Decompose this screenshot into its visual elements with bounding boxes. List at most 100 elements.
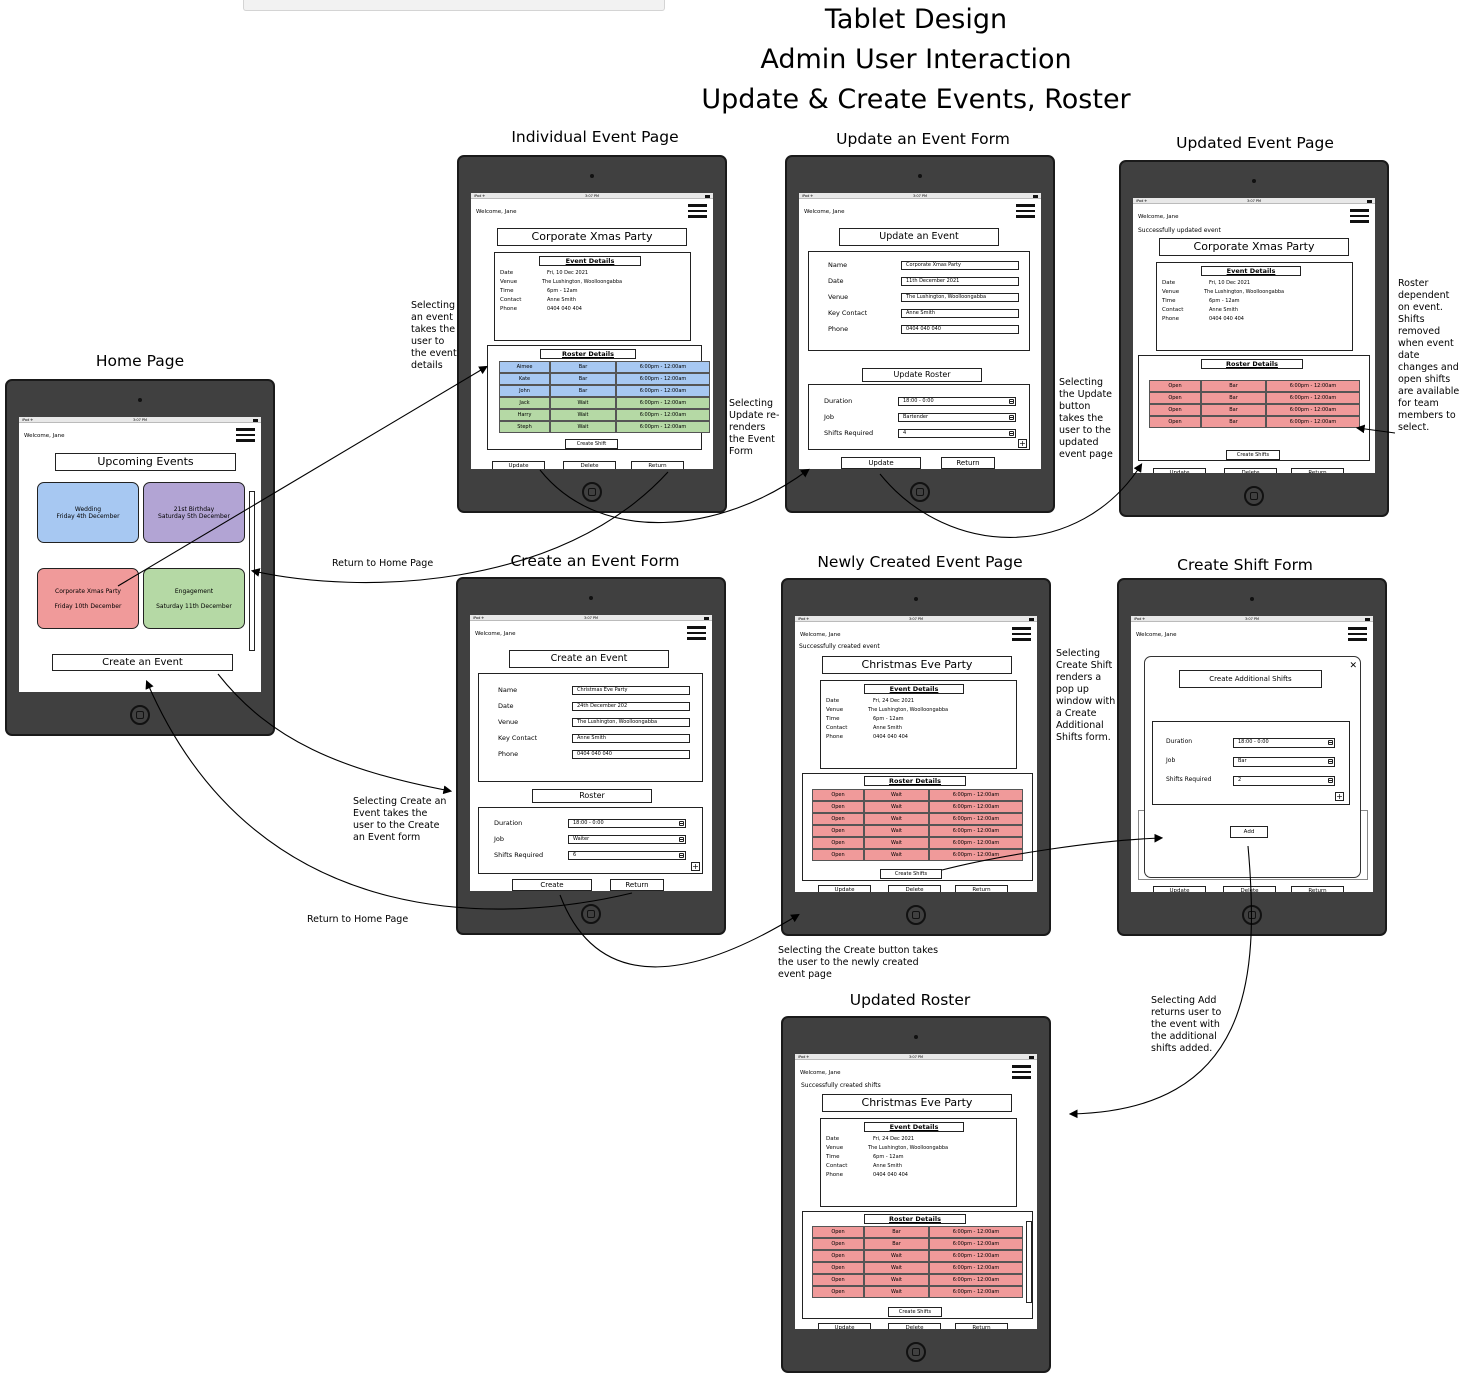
hamburger-menu-icon[interactable] bbox=[1012, 627, 1031, 641]
table-row[interactable]: Open Wait 6:00pm - 12:00am bbox=[812, 1286, 1023, 1298]
form-field[interactable]: Anne Smith bbox=[901, 309, 1019, 318]
create-button[interactable]: Create bbox=[512, 879, 592, 891]
hamburger-menu-icon[interactable] bbox=[236, 428, 255, 442]
roster-dropdown[interactable]: Bar bbox=[1233, 757, 1335, 767]
table-row[interactable]: Open Wait 6:00pm - 12:00am bbox=[812, 1262, 1023, 1274]
add-row-icon[interactable]: + bbox=[1335, 792, 1344, 801]
note-select-create: Selecting Create an Event takes the user… bbox=[353, 796, 447, 843]
roster-cell: Wait bbox=[864, 789, 929, 801]
roster-details-header: Roster Details bbox=[540, 349, 636, 359]
delete-button[interactable]: Delete bbox=[888, 885, 941, 892]
hamburger-menu-icon[interactable] bbox=[1012, 1065, 1031, 1079]
note-return-home-2: Return to Home Page bbox=[307, 914, 409, 925]
roster-dropdown[interactable]: Bartender bbox=[898, 413, 1016, 422]
create-shifts-button[interactable]: Create Shifts bbox=[888, 1307, 942, 1317]
return-button[interactable]: Return bbox=[955, 1323, 1008, 1329]
create-shift-button[interactable]: Create Shift bbox=[565, 439, 618, 449]
roster-cell: 6:00pm - 12:00am bbox=[616, 409, 710, 421]
delete-button[interactable]: Delete bbox=[563, 461, 616, 469]
scrollbar[interactable] bbox=[1026, 1221, 1032, 1303]
table-row[interactable]: Open Wait 6:00pm - 12:00am bbox=[812, 789, 1023, 801]
delete-button[interactable]: Delete bbox=[1223, 886, 1276, 892]
table-row[interactable]: Open Wait 6:00pm - 12:00am bbox=[812, 1274, 1023, 1286]
form-field[interactable]: Anne Smith bbox=[572, 734, 690, 743]
tooltip-fragment bbox=[243, 0, 665, 11]
roster-dropdown[interactable]: 2 bbox=[1233, 776, 1335, 786]
hamburger-menu-icon[interactable] bbox=[687, 626, 706, 640]
create-event-button[interactable]: Create an Event bbox=[52, 654, 233, 671]
table-row[interactable]: Open Wait 6:00pm - 12:00am bbox=[812, 849, 1023, 861]
event-card-corporate[interactable]: Corporate Xmas Party Friday 10th December bbox=[37, 568, 139, 629]
create-shifts-button[interactable]: Create Shifts bbox=[1226, 450, 1280, 460]
table-row[interactable]: Open Wait 6:00pm - 12:00am bbox=[812, 813, 1023, 825]
form-field[interactable]: 0404 040 040 bbox=[572, 750, 690, 759]
return-button[interactable]: Return bbox=[1291, 468, 1344, 473]
screen-new-event: iPad ✈ 3:07 PM Welcome, Jane Successfully… bbox=[795, 616, 1037, 892]
update-button[interactable]: Update bbox=[841, 457, 921, 469]
table-row[interactable]: Open Bar 6:00pm - 12:00am bbox=[812, 1226, 1023, 1238]
form-field[interactable]: 11th December 2021 bbox=[901, 277, 1019, 286]
scrollbar[interactable] bbox=[249, 491, 255, 651]
table-row[interactable]: Kate Bar 6:00pm - 12:00am bbox=[499, 373, 710, 385]
return-button[interactable]: Return bbox=[1291, 886, 1344, 892]
roster-cell: 6:00pm - 12:00am bbox=[929, 801, 1023, 813]
update-button[interactable]: Update bbox=[818, 1323, 871, 1329]
add-row-icon[interactable]: + bbox=[1018, 439, 1027, 448]
form-field[interactable]: Corporate Xmas Party bbox=[901, 261, 1019, 270]
table-row[interactable]: Open Bar 6:00pm - 12:00am bbox=[1149, 404, 1360, 416]
table-row[interactable]: Steph Wait 6:00pm - 12:00am bbox=[499, 421, 710, 433]
hamburger-menu-icon[interactable] bbox=[688, 204, 707, 218]
form-field[interactable]: Christmas Eve Party bbox=[572, 686, 690, 695]
roster-cell: Wait bbox=[864, 1250, 929, 1262]
table-row[interactable]: Open Wait 6:00pm - 12:00am bbox=[812, 837, 1023, 849]
table-row[interactable]: Open Wait 6:00pm - 12:00am bbox=[812, 1250, 1023, 1262]
event-card-engagement[interactable]: Engagement Saturday 11th December bbox=[143, 568, 245, 629]
table-row[interactable]: Harry Wait 6:00pm - 12:00am bbox=[499, 409, 710, 421]
table-row[interactable]: Open Bar 6:00pm - 12:00am bbox=[812, 1238, 1023, 1250]
table-row[interactable]: Open Bar 6:00pm - 12:00am bbox=[1149, 392, 1360, 404]
roster-cell: Open bbox=[812, 825, 864, 837]
create-shifts-button[interactable]: Create Shifts bbox=[880, 869, 942, 879]
roster-dropdown[interactable]: 18:00 - 0:00 bbox=[1233, 738, 1335, 748]
roster-dropdown[interactable]: 18:00 - 0:00 bbox=[568, 819, 686, 828]
event-card-birthday[interactable]: 21st Birthday Saturday 5th December bbox=[143, 482, 245, 543]
delete-button[interactable]: Delete bbox=[888, 1323, 941, 1329]
roster-cell: 6:00pm - 12:00am bbox=[929, 825, 1023, 837]
hamburger-menu-icon[interactable] bbox=[1016, 204, 1035, 218]
roster-dropdown[interactable]: 6 bbox=[568, 851, 686, 860]
table-row[interactable]: Open Bar 6:00pm - 12:00am bbox=[1149, 416, 1360, 428]
return-button[interactable]: Return bbox=[941, 457, 995, 469]
table-row[interactable]: Jack Wait 6:00pm - 12:00am bbox=[499, 397, 710, 409]
roster-dropdown[interactable]: 18:00 - 0:00 bbox=[898, 397, 1016, 406]
hamburger-menu-icon[interactable] bbox=[1348, 627, 1367, 641]
update-button[interactable]: Update bbox=[1153, 468, 1206, 473]
form-field[interactable]: 0404 040 040 bbox=[901, 325, 1019, 334]
delete-button[interactable]: Delete bbox=[1224, 468, 1277, 473]
form-field[interactable]: The Lushington, Woolloongabba bbox=[572, 718, 690, 727]
tablet-home: iPad ✈ 3:07 PM Welcome, Jane Upcoming Eve… bbox=[5, 379, 275, 736]
update-button[interactable]: Update bbox=[818, 885, 871, 892]
table-row[interactable]: Open Wait 6:00pm - 12:00am bbox=[812, 825, 1023, 837]
add-row-icon[interactable]: + bbox=[691, 862, 700, 871]
return-button[interactable]: Return bbox=[610, 879, 664, 891]
update-button[interactable]: Update bbox=[1153, 886, 1206, 892]
table-row[interactable]: Aimee Bar 6:00pm - 12:00am bbox=[499, 361, 710, 373]
camera bbox=[590, 174, 594, 178]
return-button[interactable]: Return bbox=[955, 885, 1008, 892]
return-button[interactable]: Return bbox=[631, 461, 684, 469]
table-row[interactable]: John Bar 6:00pm - 12:00am bbox=[499, 385, 710, 397]
table-row[interactable]: Open Wait 6:00pm - 12:00am bbox=[812, 801, 1023, 813]
hamburger-menu-icon[interactable] bbox=[1350, 209, 1369, 223]
event-card-wedding[interactable]: Wedding Friday 4th December bbox=[37, 482, 139, 543]
roster-dropdown[interactable]: 4 bbox=[898, 429, 1016, 438]
form-field[interactable]: The Lushington, Woolloongabba bbox=[901, 293, 1019, 302]
form-field[interactable]: 24th December 202 bbox=[572, 702, 690, 711]
tablet-individual-event: iPad ✈ 3:07 PM Welcome, Jane Corporate Xm… bbox=[457, 155, 727, 513]
welcome-text: Welcome, Jane bbox=[1138, 214, 1179, 220]
roster-dropdown[interactable]: Waiter bbox=[568, 835, 686, 844]
update-button[interactable]: Update bbox=[492, 461, 545, 469]
screen-create-form: iPad ✈ 3:07 PM Welcome, Jane Create an Ev… bbox=[470, 615, 712, 891]
table-row[interactable]: Open Bar 6:00pm - 12:00am bbox=[1149, 380, 1360, 392]
close-icon[interactable]: ✕ bbox=[1349, 661, 1357, 671]
add-button[interactable]: Add bbox=[1230, 826, 1268, 838]
